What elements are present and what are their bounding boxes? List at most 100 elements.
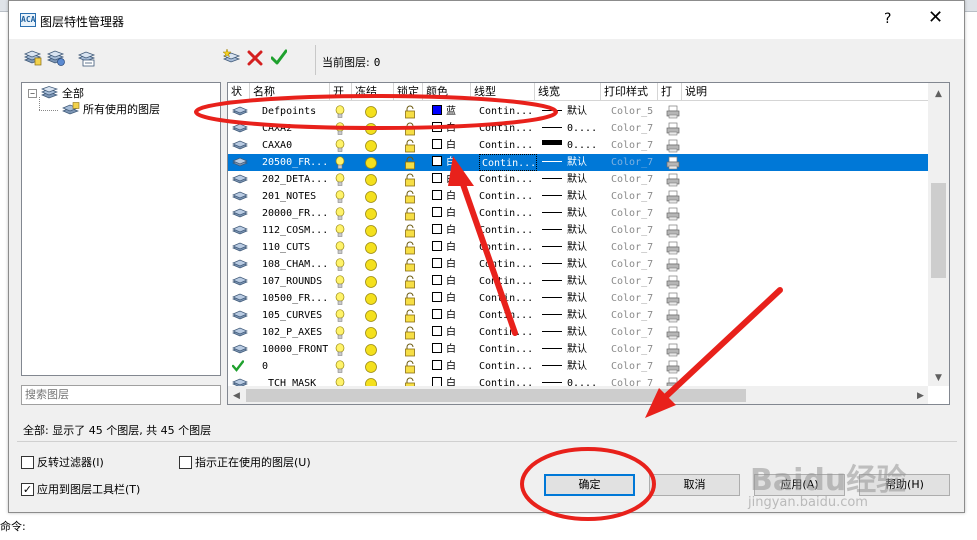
layer-name[interactable]: 10000_FRONT bbox=[262, 341, 328, 358]
layer-name[interactable]: 20000_FR... bbox=[262, 205, 328, 222]
invert-filter-option[interactable]: 反转过滤器(I) bbox=[21, 454, 104, 470]
layer-lineweight[interactable]: 默认 bbox=[542, 324, 587, 341]
layer-name[interactable]: 202_DETA... bbox=[262, 171, 328, 188]
search-layers-input[interactable] bbox=[21, 385, 221, 405]
layer-color[interactable]: 白 bbox=[432, 273, 456, 290]
col-plotstyle[interactable]: 打印样式 bbox=[601, 83, 658, 101]
layer-linetype[interactable]: Contin... bbox=[479, 307, 533, 324]
layer-color[interactable]: 白 bbox=[432, 358, 456, 375]
layer-lineweight[interactable]: 默认 bbox=[542, 290, 587, 307]
apply-toolbar-checkbox[interactable]: ✓ bbox=[21, 482, 34, 496]
col-lineweight[interactable]: 线宽 bbox=[535, 83, 601, 101]
scroll-left-arrow[interactable]: ◀ bbox=[233, 391, 240, 401]
layer-linetype[interactable]: Contin... bbox=[479, 239, 533, 256]
layer-row[interactable]: 110_CUTS 白 Contin... 默认 Color_7 bbox=[228, 239, 928, 256]
layer-linetype[interactable]: Contin... bbox=[479, 188, 533, 205]
tree-node-all[interactable]: − 全部 bbox=[28, 85, 84, 101]
layer-row[interactable]: 107_ROUNDS 白 Contin... 默认 Color_7 bbox=[228, 273, 928, 290]
layer-row[interactable]: CAXA2 白 Contin... 0.... Color_7 bbox=[228, 120, 928, 137]
new-property-filter-icon[interactable] bbox=[23, 49, 43, 67]
show-used-checkbox[interactable] bbox=[179, 455, 192, 469]
layer-lineweight[interactable]: 默认 bbox=[542, 205, 587, 222]
layer-linetype[interactable]: Contin... bbox=[479, 290, 533, 307]
tree-collapse-toggle[interactable]: − bbox=[28, 88, 37, 98]
layer-lineweight[interactable]: 0.... bbox=[542, 120, 597, 137]
layer-row[interactable]: 20000_FR... 白 Contin... 默认 Color_7 bbox=[228, 205, 928, 222]
col-status[interactable]: 状 bbox=[228, 83, 250, 101]
layer-states-manager-icon[interactable] bbox=[77, 49, 97, 67]
new-layer-icon[interactable] bbox=[222, 48, 242, 66]
layer-row[interactable]: 202_DETA... 白 Contin... 默认 Color_7 bbox=[228, 171, 928, 188]
col-freeze[interactable]: 冻结 bbox=[352, 83, 394, 101]
layer-lineweight[interactable]: 0.... bbox=[542, 137, 597, 154]
layer-linetype[interactable]: Contin... bbox=[479, 324, 533, 341]
layer-name[interactable]: CAXA0 bbox=[262, 137, 292, 154]
layer-linetype[interactable]: Contin... bbox=[479, 103, 533, 120]
ok-button[interactable]: 确定 bbox=[544, 474, 635, 496]
scroll-up-arrow[interactable]: ▲ bbox=[935, 89, 942, 99]
layer-name[interactable]: 102_P_AXES bbox=[262, 324, 322, 341]
layer-color[interactable]: 白 bbox=[432, 137, 456, 154]
layer-linetype[interactable]: Contin... bbox=[479, 171, 533, 188]
layer-row[interactable]: 10500_FR... 白 Contin... 默认 Color_7 bbox=[228, 290, 928, 307]
layer-color[interactable]: 白 bbox=[432, 188, 456, 205]
layer-name[interactable]: CAXA2 bbox=[262, 120, 292, 137]
layer-name[interactable]: 108_CHAM... bbox=[262, 256, 328, 273]
layer-row[interactable]: 10000_FRONT 白 Contin... 默认 Color_7 bbox=[228, 341, 928, 358]
layer-lineweight[interactable]: 默认 bbox=[542, 222, 587, 239]
scroll-right-arrow[interactable]: ▶ bbox=[917, 391, 924, 401]
layer-color[interactable]: 白 bbox=[432, 171, 456, 188]
layer-lineweight[interactable]: 默认 bbox=[542, 188, 587, 205]
layer-lineweight[interactable]: 默认 bbox=[542, 307, 587, 324]
layer-color[interactable]: 白 bbox=[432, 205, 456, 222]
tree-node-used-layers[interactable]: 所有使用的图层 bbox=[62, 101, 160, 117]
layer-linetype[interactable]: Contin... bbox=[479, 256, 533, 273]
layer-name[interactable]: 10500_FR... bbox=[262, 290, 328, 307]
layer-linetype[interactable]: Contin... bbox=[479, 205, 533, 222]
layer-row[interactable]: 108_CHAM... 白 Contin... 默认 Color_7 bbox=[228, 256, 928, 273]
layer-row[interactable]: 20500_FR... 白 Contin... 默认 Color_7 bbox=[228, 154, 928, 171]
layer-name[interactable]: 112_COSM... bbox=[262, 222, 328, 239]
layer-name[interactable]: Defpoints bbox=[262, 103, 316, 120]
layer-name[interactable]: 201_NOTES bbox=[262, 188, 316, 205]
layer-color[interactable]: 白 bbox=[432, 324, 456, 341]
layer-color[interactable]: 白 bbox=[432, 222, 456, 239]
col-lock[interactable]: 锁定 bbox=[394, 83, 423, 101]
layer-name[interactable]: 110_CUTS bbox=[262, 239, 310, 256]
command-line[interactable]: 命令: bbox=[0, 518, 26, 534]
scroll-down-arrow[interactable]: ▼ bbox=[935, 373, 942, 383]
col-name[interactable]: 名称 bbox=[250, 83, 330, 101]
layer-lineweight[interactable]: 默认 bbox=[542, 154, 587, 171]
col-color[interactable]: 颜色 bbox=[423, 83, 471, 101]
layer-row[interactable]: CAXA0 白 Contin... 0.... Color_7 bbox=[228, 137, 928, 154]
layer-color[interactable]: 白 bbox=[432, 239, 456, 256]
layer-name[interactable]: 0 bbox=[262, 358, 268, 375]
layer-row[interactable]: 105_CURVES 白 Contin... 默认 Color_7 bbox=[228, 307, 928, 324]
layer-color[interactable]: 白 bbox=[432, 290, 456, 307]
layer-lineweight[interactable]: 默认 bbox=[542, 358, 587, 375]
layer-linetype[interactable]: Contin... bbox=[479, 273, 533, 290]
layer-row[interactable]: 0 白 Contin... 默认 Color_7 bbox=[228, 358, 928, 375]
col-on[interactable]: 开 bbox=[330, 83, 352, 101]
new-group-filter-icon[interactable] bbox=[46, 49, 66, 67]
delete-layer-icon[interactable] bbox=[247, 50, 263, 66]
layer-row[interactable]: Defpoints 蓝 Contin... 默认 Color_5 bbox=[228, 103, 928, 120]
layer-row[interactable]: 102_P_AXES 白 Contin... 默认 Color_7 bbox=[228, 324, 928, 341]
col-plot[interactable]: 打 bbox=[658, 83, 682, 101]
layer-color[interactable]: 白 bbox=[432, 307, 456, 324]
layer-linetype[interactable]: Contin... bbox=[479, 154, 537, 171]
col-linetype[interactable]: 线型 bbox=[471, 83, 535, 101]
layer-color[interactable]: 白 bbox=[432, 341, 456, 358]
col-description[interactable]: 说明 bbox=[682, 83, 928, 101]
layer-linetype[interactable]: Contin... bbox=[479, 341, 533, 358]
layer-linetype[interactable]: Contin... bbox=[479, 222, 533, 239]
layer-lineweight[interactable]: 默认 bbox=[542, 171, 587, 188]
vertical-scroll-thumb[interactable] bbox=[931, 183, 946, 278]
layer-color[interactable]: 白 bbox=[432, 154, 456, 171]
show-used-option[interactable]: 指示正在使用的图层(U) bbox=[179, 454, 311, 470]
layer-row[interactable]: 201_NOTES 白 Contin... 默认 Color_7 bbox=[228, 188, 928, 205]
layer-lineweight[interactable]: 默认 bbox=[542, 256, 587, 273]
layer-name[interactable]: 20500_FR... bbox=[262, 154, 328, 171]
apply-toolbar-option[interactable]: ✓ 应用到图层工具栏(T) bbox=[21, 481, 140, 497]
invert-filter-checkbox[interactable] bbox=[21, 455, 34, 469]
